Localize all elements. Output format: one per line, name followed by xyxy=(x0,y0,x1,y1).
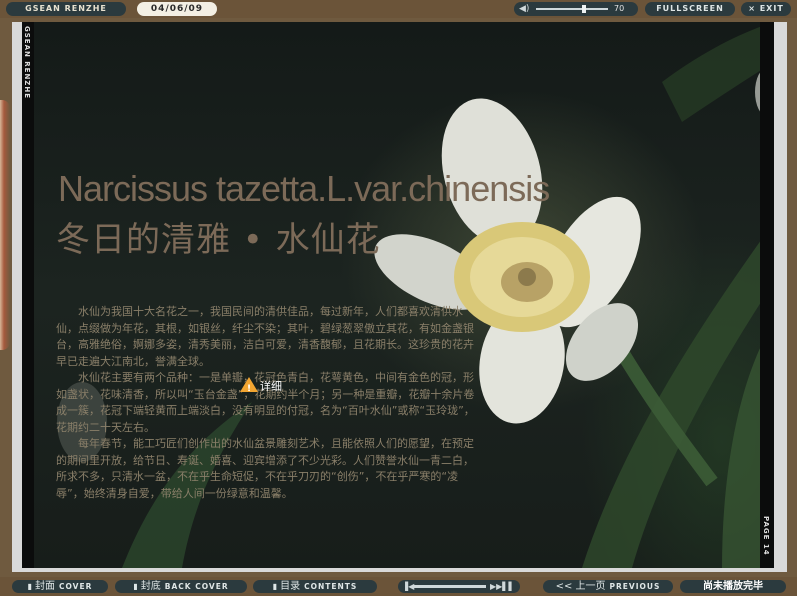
previous-page-button[interactable]: << 上一页 PREVIOUS xyxy=(543,580,673,593)
detail-warning-link[interactable]: ! 详细 xyxy=(240,377,282,395)
article-body: 水仙为我国十大名花之一，我国民间的清供佳品，每过新年，人们都喜欢清供水仙，点缀做… xyxy=(56,304,476,502)
volume-value: 70 xyxy=(614,4,625,13)
skip-back-icon[interactable]: ▐◀ xyxy=(402,580,414,593)
article-paragraph: 每年春节，能工巧匠们创作出的水仙盆景雕刻艺术，且能依照人们的愿望，在预定的期间里… xyxy=(56,437,474,500)
contents-label-cn: 目录 xyxy=(280,581,301,592)
date-label: 04/06/09 xyxy=(137,2,217,16)
page-title-chinese: 冬日的清雅 • 水仙花 xyxy=(56,220,381,260)
volume-control[interactable]: ◀) 70 xyxy=(514,2,638,16)
page-title-english: Narcissus tazetta.L.var.chinensis xyxy=(58,168,550,209)
left-spine: GSEAN RENZHE xyxy=(22,22,34,568)
top-toolbar: GSEAN RENZHE 04/06/09 ◀) 70 FULLSCREEN ×… xyxy=(0,0,797,18)
fullscreen-button[interactable]: FULLSCREEN xyxy=(645,2,735,16)
prev-label-en: PREVIOUS xyxy=(609,582,661,591)
right-spine: PAGE 14 xyxy=(760,22,774,568)
page-corner-decoration xyxy=(22,182,34,194)
brand-label: GSEAN RENZHE xyxy=(6,2,126,16)
detail-label: 详细 xyxy=(260,380,282,393)
article-paragraph: 水仙为我国十大名花之一，我国民间的清供佳品，每过新年，人们都喜欢清供水仙，点缀做… xyxy=(56,305,474,368)
book-icon: ▮ xyxy=(272,582,278,591)
bottom-toolbar: ▮ 封面 COVER ▮ 封底 BACK COVER ▮ 目录 CONTENTS ▐◀ ▶▶… xyxy=(0,577,797,596)
volume-slider-track[interactable] xyxy=(536,8,608,10)
audio-player[interactable]: ▐◀ ▶▶▌▌ xyxy=(398,580,520,593)
cover-label-en: COVER xyxy=(59,582,93,591)
book-icon: ▮ xyxy=(27,582,32,591)
previous-page-edge[interactable] xyxy=(0,100,10,350)
volume-slider-knob[interactable] xyxy=(582,5,586,13)
book-viewer: GSEAN RENZHE PAGE 14 Narcissus tazetta.L… xyxy=(12,22,787,572)
back-cover-button[interactable]: ▮ 封底 BACK COVER xyxy=(115,580,247,593)
skip-forward-icon[interactable]: ▶▶▌▌ xyxy=(490,580,515,593)
spine-left-label: GSEAN RENZHE xyxy=(23,26,31,100)
magazine-page: GSEAN RENZHE PAGE 14 Narcissus tazetta.L… xyxy=(22,22,774,568)
back-label-cn: 封底 xyxy=(140,581,161,592)
playback-status: 尚未播放完毕 xyxy=(680,580,786,593)
audio-progress-bar[interactable] xyxy=(414,585,486,588)
speaker-icon[interactable]: ◀) xyxy=(519,4,533,14)
prev-label-cn: << 上一页 xyxy=(555,581,606,592)
book-icon: ▮ xyxy=(133,582,138,591)
page-number-label: PAGE 14 xyxy=(762,516,770,556)
cover-label-cn: 封面 xyxy=(35,581,55,592)
exit-button[interactable]: × EXIT xyxy=(741,2,791,16)
warning-icon: ! xyxy=(240,377,258,394)
contents-label-en: CONTENTS xyxy=(304,582,358,591)
back-label-en: BACK COVER xyxy=(164,582,229,591)
contents-button[interactable]: ▮ 目录 CONTENTS xyxy=(253,580,377,593)
cover-button[interactable]: ▮ 封面 COVER xyxy=(12,580,108,593)
